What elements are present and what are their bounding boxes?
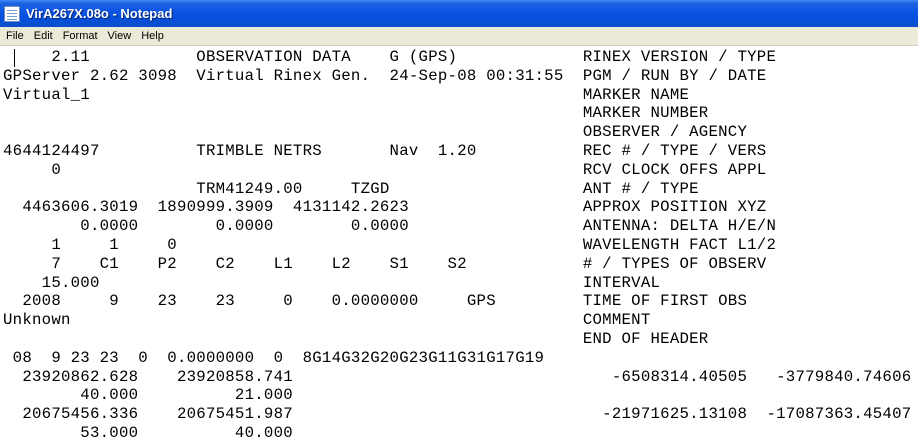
menu-help[interactable]: Help [136,27,169,46]
text-line: 15.000 INTERVAL [3,273,661,292]
text-line: END OF HEADER [3,329,709,348]
text-line: 53.000 40.000 [3,423,293,440]
text-line: TRM41249.00 TZGD ANT # / TYPE [3,179,699,198]
text-line: 0.0000 0.0000 0.0000 ANTENNA: DELTA H/E/… [3,217,777,236]
menu-edit[interactable]: Edit [29,27,58,46]
text-line: 23920862.628 23920858.741 -6508314.40505… [3,367,912,386]
notepad-icon[interactable] [4,5,20,22]
text-line: 2008 9 23 23 0 0.0000000 GPS TIME OF FIR… [3,292,748,311]
notepad-window: VirA267X.08o - Notepad File Edit Format … [0,0,918,440]
menu-format[interactable]: Format [58,27,103,46]
text-line: MARKER NUMBER [3,104,709,123]
menu-view[interactable]: View [103,27,137,46]
menu-file[interactable]: File [1,27,29,46]
text-line: 08 9 23 23 0 0.0000000 0 8G14G32G20G23G1… [3,348,545,367]
text-line: 2.11 OBSERVATION DATA G (GPS) RINEX VERS… [3,48,777,66]
text-line: Unknown COMMENT [3,311,651,330]
text-line: 4463606.3019 1890999.3909 4131142.2623 A… [3,198,767,217]
menu-bar: File Edit Format View Help [0,27,918,46]
text-line: 0 RCV CLOCK OFFS APPL [3,160,767,179]
file-content: 2.11 OBSERVATION DATA G (GPS) RINEX VERS… [3,48,911,440]
text-editor-area[interactable]: 2.11 OBSERVATION DATA G (GPS) RINEX VERS… [0,46,918,440]
text-line: 1 1 0 WAVELENGTH FACT L1/2 [3,235,777,254]
text-line: 20675456.336 20675451.987 -21971625.1310… [3,405,912,424]
text-line: 7 C1 P2 C2 L1 L2 S1 S2 # / TYPES OF OBSE… [3,254,767,273]
title-bar[interactable]: VirA267X.08o - Notepad [0,0,918,27]
text-line: 40.000 21.000 [3,386,293,405]
window-title: VirA267X.08o - Notepad [26,6,173,21]
text-line: OBSERVER / AGENCY [3,123,748,142]
text-line: 4644124497 TRIMBLE NETRS Nav 1.20 REC # … [3,141,767,160]
text-line: GPServer 2.62 3098 Virtual Rinex Gen. 24… [3,66,767,85]
text-line: Virtual_1 MARKER NAME [3,85,690,104]
